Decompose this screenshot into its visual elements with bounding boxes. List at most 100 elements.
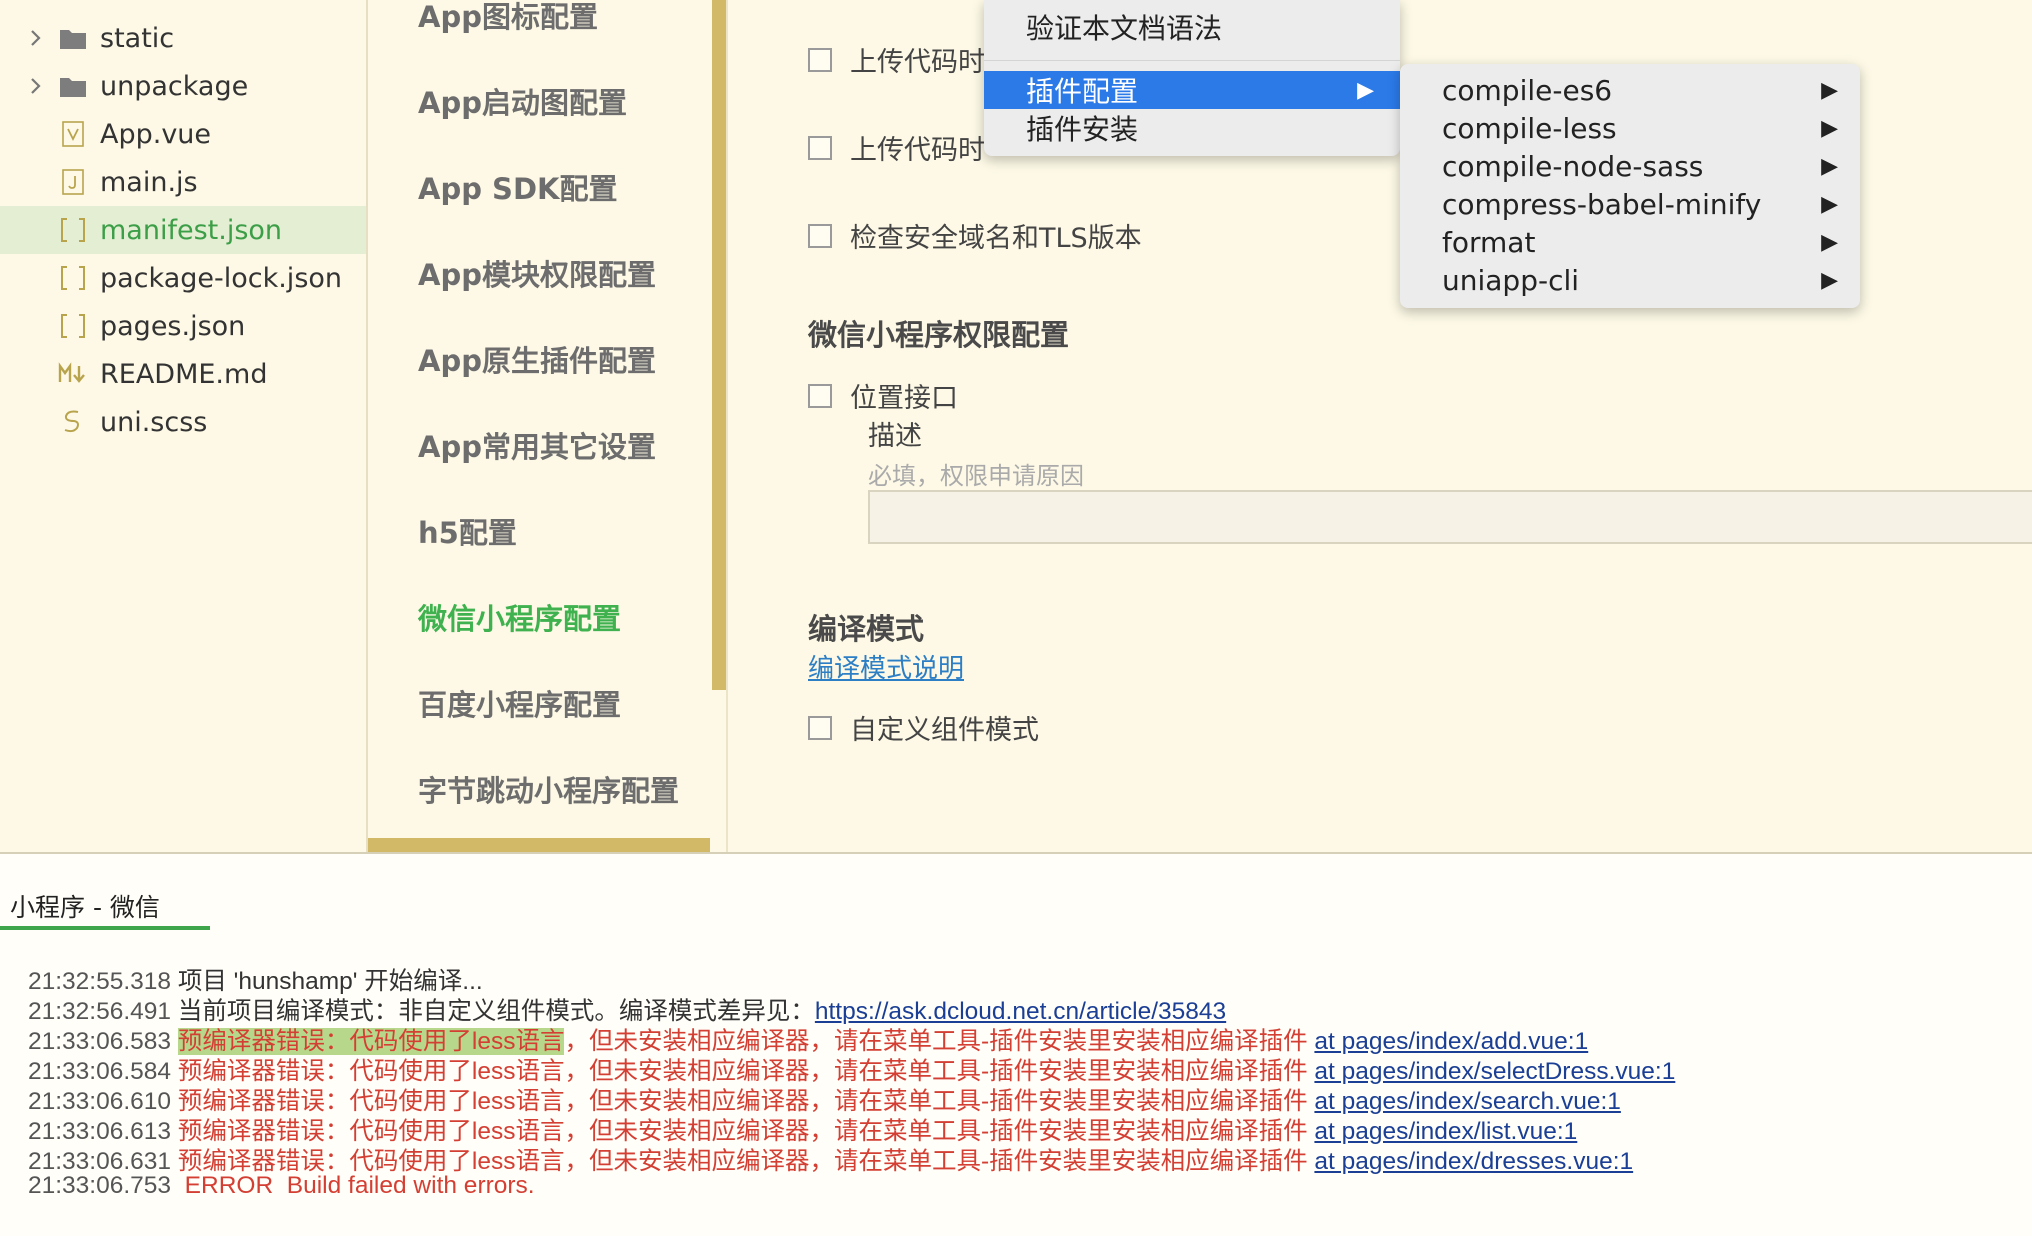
submenu-item-label: uniapp-cli [1442,263,1580,297]
tree-item-label: unpackage [100,70,249,102]
nav-item-baidu-mp[interactable]: 百度小程序配置 [418,682,621,724]
submenu-item-label: compile-es6 [1442,73,1613,107]
menu-item-label: 验证本文档语法 [1026,12,1223,45]
tree-item-main-js[interactable]: main.js [0,158,366,206]
location-permission-checkbox[interactable] [808,383,832,408]
menu-separator [984,60,1400,61]
tree-item-label: main.js [100,166,198,198]
log-time: 21:33:06.583 [28,1028,172,1055]
nav-item-h5[interactable]: h5配置 [418,510,517,552]
upload-option-2-row[interactable]: 上传代码时 [808,128,985,167]
log-error-message: 预编译器错误：代码使用了less语言，但未安装相应编译器，请在菜单工具-插件安装… [177,1088,1308,1115]
submenu-arrow-icon: ▶ [1821,229,1838,255]
log-link[interactable]: at pages/index/dresses.vue:1 [1314,1148,1633,1175]
nav-horizontal-scrollbar[interactable] [368,838,710,852]
tree-item-label: README.md [100,358,268,390]
menu-item-plugin-install[interactable]: 插件安装 [984,109,1400,147]
tree-item-package-lock-json[interactable]: package-lock.json [0,254,366,302]
log-error-message: ERROR Build failed with errors. [177,1172,535,1199]
nav-item-app-native-plugin[interactable]: App原生插件配置 [418,338,656,380]
menu-item-label: ··· ···· [1026,0,1097,7]
custom-component-checkbox[interactable] [808,715,832,740]
js-file-icon [58,167,88,197]
nav-item-app-splash[interactable]: App启动图配置 [418,80,627,122]
submenu-arrow-icon: ▶ [1821,115,1838,141]
tree-item-unpackage[interactable]: unpackage [0,62,366,110]
nav-item-app-sdk[interactable]: App SDK配置 [418,166,618,208]
vue-file-icon [58,119,88,149]
nav-item-app-icon[interactable]: App图标配置 [418,0,598,36]
compile-mode-link[interactable]: 编译模式说明 [808,648,964,685]
scss-file-icon [58,407,88,437]
submenu-arrow-icon: ▶ [1821,267,1838,293]
log-error-message: 预编译器错误：代码使用了less语言，但未安装相应编译器，请在菜单工具-插件安装… [177,1058,1308,1085]
upload-option-1-label: 上传代码时 [850,47,985,78]
log-link[interactable]: at pages/index/selectDress.vue:1 [1314,1058,1675,1085]
check-domain-checkbox[interactable] [808,223,832,248]
upload-option-2-label: 上传代码时 [850,135,985,166]
log-link[interactable]: https://ask.dcloud.net.cn/article/35843 [815,998,1226,1025]
description-hint: 必填，权限申请原因 [868,462,1084,490]
tree-item-label: uni.scss [100,406,208,438]
json-file-icon [58,263,88,293]
submenu-item-format[interactable]: format ▶ [1400,223,1860,261]
log-time: 21:33:06.631 [28,1148,172,1175]
submenu-item-compress-babel-minify[interactable]: compress-babel-minify ▶ [1400,185,1860,223]
tree-item-label: manifest.json [100,214,283,246]
log-error-highlight: 预编译器错误：代码使用了less语言 [177,1028,565,1055]
submenu-item-label: compile-less [1442,111,1617,145]
submenu-arrow-icon: ▶ [1821,153,1838,179]
nav-item-weixin-mp[interactable]: 微信小程序配置 [418,596,621,638]
submenu-item-compile-less[interactable]: compile-less ▶ [1400,109,1860,147]
menu-item-label: 插件安装 [1026,113,1139,146]
submenu-item-compile-es6[interactable]: compile-es6 ▶ [1400,71,1860,109]
log-link[interactable]: at pages/index/list.vue:1 [1314,1118,1577,1145]
nav-item-app-module-permission[interactable]: App模块权限配置 [418,252,656,294]
submenu-item-label: compress-babel-minify [1442,187,1762,221]
compile-mode-title: 编译模式 [808,612,925,646]
plugin-config-submenu: compile-es6 ▶ compile-less ▶ compile-nod… [1400,64,1860,308]
tree-item-label: static [100,22,175,54]
permission-reason-input[interactable] [868,490,2032,544]
submenu-item-label: compile-node-sass [1442,149,1704,183]
log-link[interactable]: at pages/index/add.vue:1 [1314,1028,1588,1055]
submenu-item-uniapp-cli[interactable]: uniapp-cli ▶ [1400,261,1860,299]
tree-item-uni-scss[interactable]: uni.scss [0,398,366,446]
log-error-message: 预编译器错误：代码使用了less语言，但未安装相应编译器，请在菜单工具-插件安装… [177,1148,1308,1175]
chevron-right-icon[interactable] [26,76,46,96]
menu-item-label: 插件配置 [1026,75,1139,108]
nav-scrollbar[interactable] [712,0,726,690]
tree-item-app-vue[interactable]: App.vue [0,110,366,158]
menu-item-plugin-config[interactable]: 插件配置 ▶ [984,71,1400,109]
tree-item-manifest-json[interactable]: manifest.json [0,206,366,254]
menu-item-validate-syntax[interactable]: 验证本文档语法 [984,8,1400,46]
log-link[interactable]: at pages/index/search.vue:1 [1314,1088,1620,1115]
log-time: 21:33:06.584 [28,1058,172,1085]
submenu-arrow-icon: ▶ [1821,191,1838,217]
file-tree: static unpackage App.vue main.js manifes… [0,0,366,852]
location-permission-row[interactable]: 位置接口 [808,376,958,415]
tree-item-readme-md[interactable]: README.md [0,350,366,398]
markdown-file-icon [58,359,88,389]
console-tab-weixin[interactable]: 小程序 - 微信 [10,888,160,924]
json-file-icon [58,215,88,245]
log-error-message: ，但未安装相应编译器，请在菜单工具-插件安装里安装相应编译插件 [564,1028,1308,1055]
location-permission-label: 位置接口 [850,383,958,414]
nav-item-app-other-settings[interactable]: App常用其它设置 [418,424,656,466]
permission-section-title: 微信小程序权限配置 [808,318,1070,352]
log-message: 项目 'hunshamp' 开始编译... [177,968,483,995]
custom-component-row[interactable]: 自定义组件模式 [808,708,1039,747]
upload-option-1-row[interactable]: 上传代码时 [808,40,985,79]
tools-menu: ··· ···· 验证本文档语法 插件配置 ▶ 插件安装 [984,0,1400,156]
tree-item-pages-json[interactable]: pages.json [0,302,366,350]
nav-item-toutiao-mp[interactable]: 字节跳动小程序配置 [418,768,679,810]
upload-option-1-checkbox[interactable] [808,47,832,72]
console-tab-indicator [0,926,210,930]
upload-option-2-checkbox[interactable] [808,135,832,160]
log-time: 21:32:56.491 [28,998,172,1025]
check-domain-row[interactable]: 检查安全域名和TLS版本 [808,216,1142,255]
tree-item-static[interactable]: static [0,14,366,62]
chevron-right-icon[interactable] [26,28,46,48]
tree-item-label: package-lock.json [100,262,343,294]
submenu-item-compile-node-sass[interactable]: compile-node-sass ▶ [1400,147,1860,185]
